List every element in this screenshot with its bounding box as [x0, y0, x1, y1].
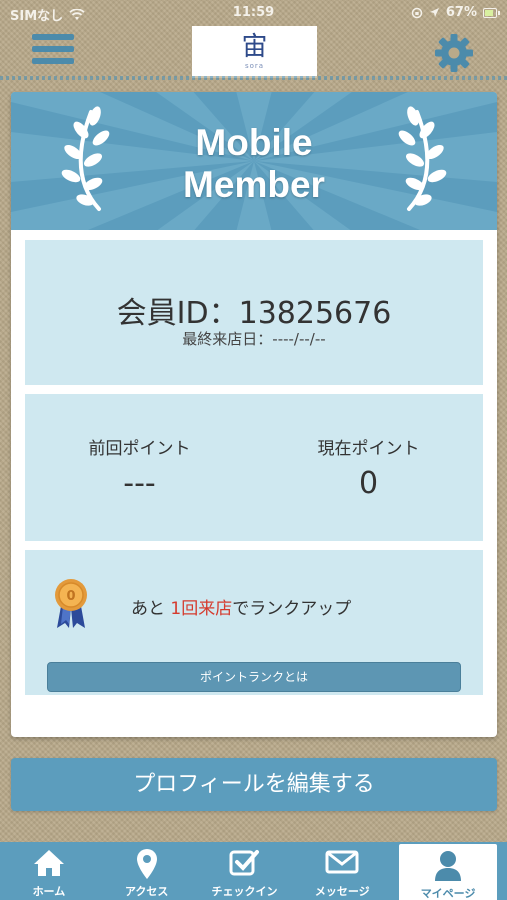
current-points: 現在ポイント 0: [254, 394, 483, 541]
status-bar: SIMなし 11:59 67%: [0, 0, 507, 26]
svg-text:0: 0: [66, 589, 75, 604]
points-panel: 前回ポイント --- 現在ポイント 0: [25, 394, 483, 541]
home-icon: [33, 850, 64, 876]
rank-up-message: あと 1回来店でランクアップ: [131, 594, 351, 619]
tab-mypage[interactable]: マイページ: [399, 844, 497, 900]
tab-home-label: ホーム: [32, 885, 66, 898]
tab-access-label: アクセス: [124, 885, 169, 898]
edit-profile-button[interactable]: プロフィールを編集する: [11, 758, 497, 811]
bottom-tab-bar: ホーム アクセス チェックイン メッセージ マイページ: [0, 842, 507, 900]
rank-up-visits: 1回来店: [170, 599, 233, 619]
hamburger-menu-icon[interactable]: [32, 34, 74, 70]
member-info-panel: 会員ID：13825676 最終来店日：----/--/--: [25, 240, 483, 385]
member-card: Mobile Member 会員ID：13825676 最終来店日：----/-…: [11, 92, 497, 737]
previous-points-value: ---: [123, 466, 156, 501]
user-icon: [435, 851, 462, 881]
tab-home[interactable]: ホーム: [0, 842, 98, 900]
current-points-label: 現在ポイント: [317, 439, 420, 459]
tab-checkin-label: チェックイン: [211, 885, 278, 898]
previous-points-label: 前回ポイント: [88, 439, 191, 459]
tab-mypage-label: マイページ: [420, 887, 476, 900]
logo-text: sora: [244, 62, 265, 70]
rank-up-suffix: でランクアップ: [232, 599, 352, 619]
shop-logo: 宙 sora: [192, 26, 317, 78]
battery-icon: [483, 7, 500, 18]
battery-percent: 67%: [445, 5, 477, 20]
lock-rotation-icon: [411, 7, 423, 18]
gear-icon[interactable]: [433, 32, 475, 74]
tab-checkin[interactable]: チェックイン: [196, 842, 294, 900]
last-visit-date: 最終来店日：----/--/--: [182, 330, 326, 348]
medal-icon: 0: [55, 579, 87, 628]
previous-points: 前回ポイント ---: [25, 394, 254, 541]
banner-title-line1: Mobile: [195, 122, 313, 163]
member-id: 会員ID：13825676: [116, 296, 392, 331]
tab-access[interactable]: アクセス: [98, 842, 196, 900]
checkin-icon: [229, 850, 260, 876]
mobile-member-banner: Mobile Member: [11, 92, 497, 230]
rank-up-prefix: あと: [131, 599, 171, 619]
banner-title-line2: Member: [183, 164, 325, 205]
logo-mark-icon: 宙: [241, 32, 268, 62]
tab-message[interactable]: メッセージ: [293, 842, 391, 900]
location-arrow-icon: [429, 8, 439, 17]
rank-panel: 0 あと 1回来店でランクアップ ポイントランクとは: [25, 550, 483, 695]
app-header: 宙 sora: [0, 26, 507, 80]
current-points-value: 0: [358, 466, 379, 501]
map-pin-icon: [136, 849, 157, 879]
point-rank-info-button[interactable]: ポイントランクとは: [47, 662, 461, 692]
mail-icon: [325, 850, 359, 874]
status-right: 67%: [411, 5, 500, 20]
tab-message-label: メッセージ: [314, 885, 370, 898]
banner-title: Mobile Member: [11, 122, 497, 206]
